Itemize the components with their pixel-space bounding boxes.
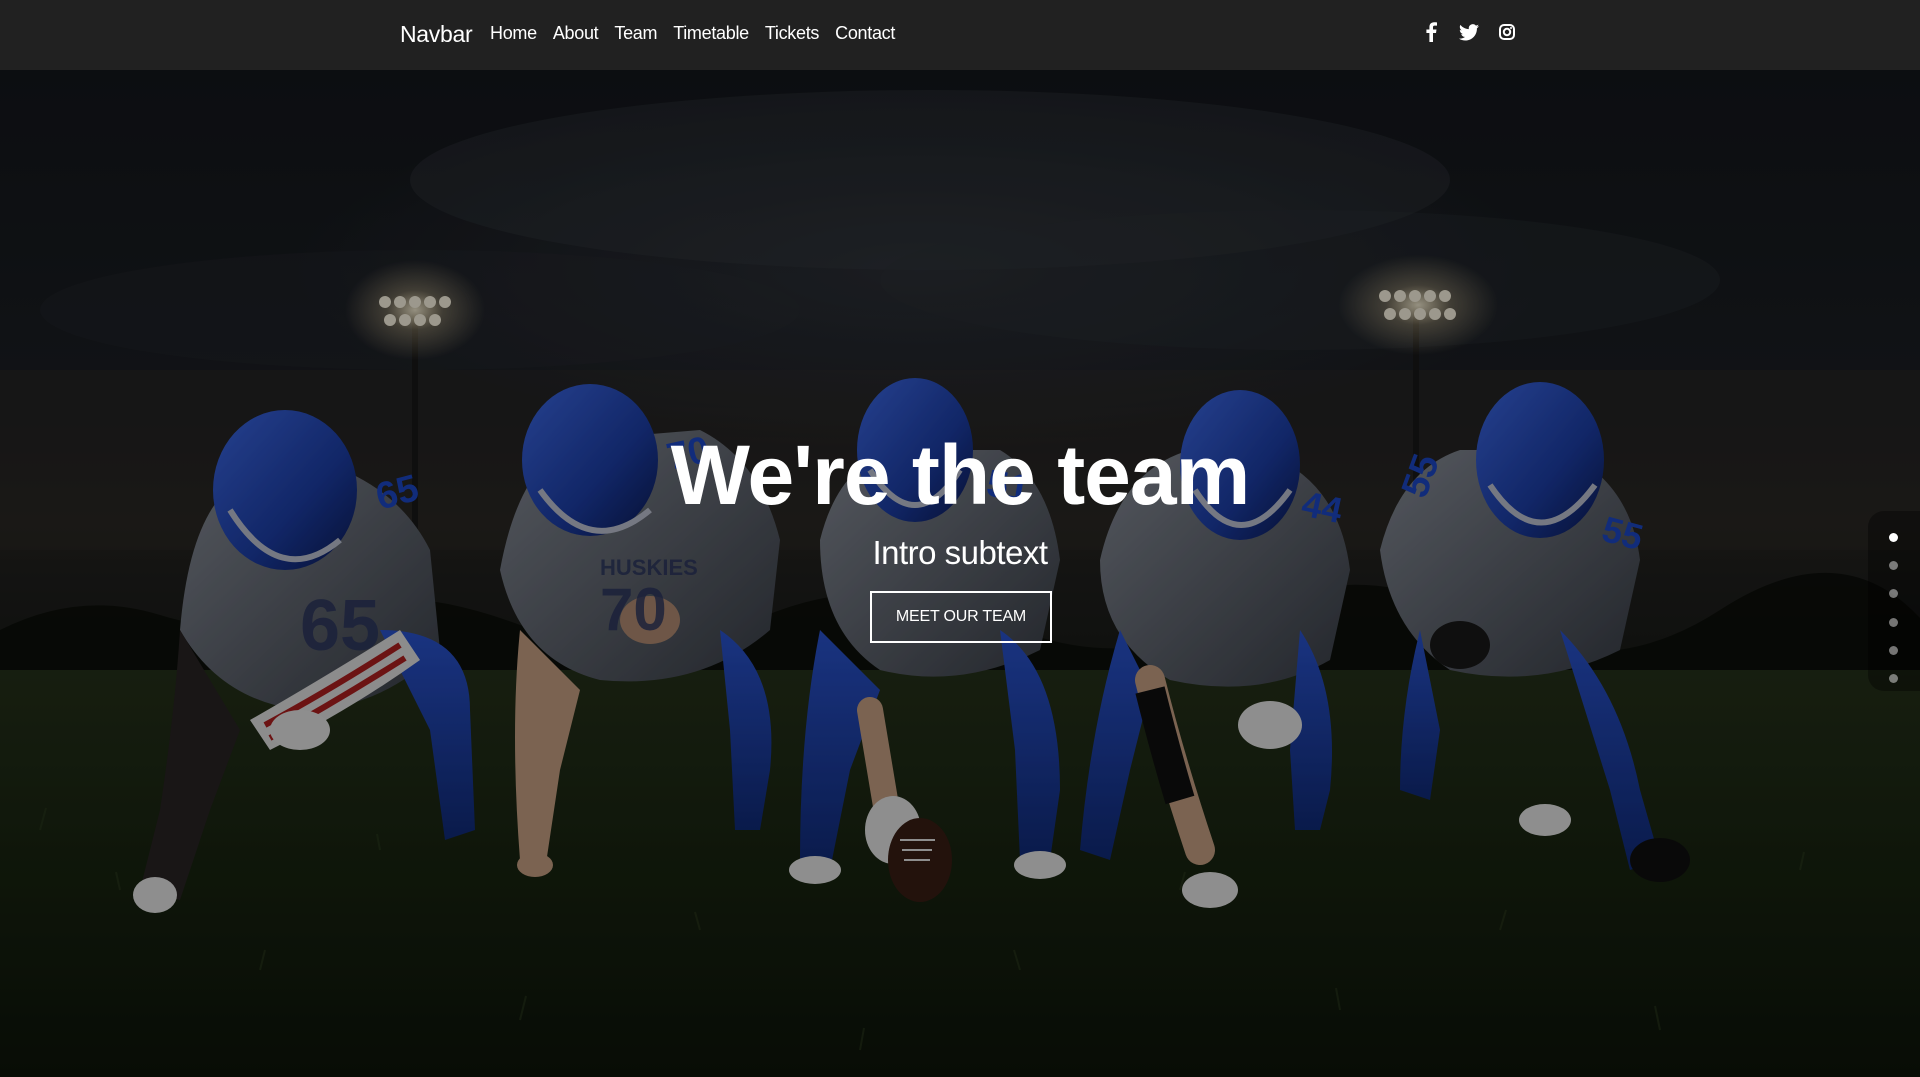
nav-link-team[interactable]: Team [614,23,657,43]
nav-links: Home About Team Timetable Tickets Contac… [490,21,895,45]
nav-link-contact[interactable]: Contact [835,23,895,43]
section-dot-6[interactable] [1889,674,1898,683]
facebook-icon[interactable] [1420,20,1442,44]
meet-our-team-button[interactable]: MEET OUR TEAM [870,591,1052,643]
section-dots-nav [1868,511,1920,691]
nav-link-home[interactable]: Home [490,23,537,43]
hero-overlay [0,70,1920,1077]
hero-title: We're the team [670,428,1251,522]
navbar: Navbar Home About Team Timetable Tickets… [0,0,1920,70]
section-dot-1[interactable] [1889,533,1898,542]
navbar-brand[interactable]: Navbar [400,19,473,49]
hero-subtitle: Intro subtext [872,534,1048,571]
hero-section: 65 65 70 70 HUSKIES 51 44 55 55 We're th… [0,70,1920,1077]
nav-link-tickets[interactable]: Tickets [765,23,820,43]
section-dot-2[interactable] [1889,561,1898,570]
section-dot-4[interactable] [1889,618,1898,627]
instagram-icon[interactable] [1496,20,1518,44]
twitter-icon[interactable] [1458,20,1480,44]
nav-link-about[interactable]: About [553,23,599,43]
nav-link-timetable[interactable]: Timetable [673,23,749,43]
section-dot-3[interactable] [1889,589,1898,598]
social-links [1420,20,1518,44]
section-dot-5[interactable] [1889,646,1898,655]
